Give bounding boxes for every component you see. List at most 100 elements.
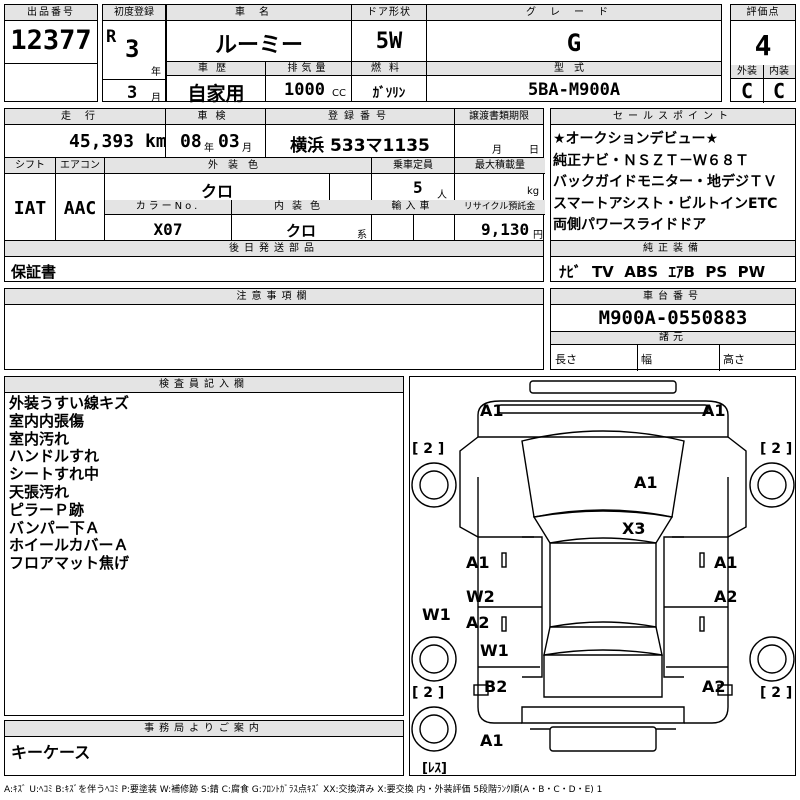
model-value: 5BA-M900A — [527, 80, 621, 100]
office-box: 事務局よりご案内 キーケース — [4, 720, 404, 776]
door-box: ドア形状 5W — [351, 4, 427, 62]
sales-point-item: スマートアシスト・ビルトインETC — [553, 195, 778, 212]
recycle-label: リサイクル預託金 — [463, 202, 536, 212]
grade-value: G — [566, 29, 582, 57]
fuel-label: 燃料 — [352, 62, 426, 76]
displacement-box: 排気量 1000 CC — [265, 61, 352, 102]
transfer-day-unit: 日 — [529, 145, 539, 156]
shift-label: シフト — [15, 160, 45, 171]
fuel-value: ｶﾞｿﾘﾝ — [372, 86, 406, 101]
int-color-value: クロ — [285, 222, 316, 240]
car-name-label: 車名 — [167, 5, 351, 21]
mark-roof: X3 — [622, 519, 646, 538]
dims-length-label: 長さ — [555, 353, 577, 366]
year-unit: 年 — [151, 67, 161, 78]
door-label: ドア形状 — [352, 5, 426, 21]
specs-box: シフト IAT エアコン AAC 外装色 クロ 乗車定員 5 人 最大積載量 k… — [4, 157, 545, 242]
legend-text: A:ｷｽﾞ U:ﾍｺﾐ B:ｷｽﾞを伴うﾍｺﾐ P:要塗装 W:補修跡 S:錆 … — [4, 785, 603, 795]
color-no-label: カラーNo. — [135, 201, 201, 212]
sales-point-item: 純正ナビ・ＮＳＺＴ－Ｗ６８Ｔ — [553, 152, 749, 169]
max-load-label: 最大積載量 — [475, 160, 525, 171]
ext-score-value: C — [740, 79, 754, 103]
mark-left-sill: W1 — [422, 605, 451, 624]
inspector-item: 外装うすい線キズ — [9, 394, 130, 412]
door-value: 5W — [375, 29, 403, 54]
tire-mark-rear-left: [ 2 ] — [412, 685, 445, 701]
recycle-value: 9,130 — [481, 220, 530, 239]
mark-rear-bumper: A1 — [480, 731, 504, 750]
inspector-item: 室内汚れ — [9, 429, 70, 448]
ac-value: AAC — [63, 198, 97, 219]
inspector-item: ピラーＰ跡 — [9, 500, 85, 519]
mark-left-rear-door-a: A2 — [466, 613, 490, 632]
shaken-label: 車検 — [166, 109, 265, 125]
dims-label: 諸元 — [659, 332, 687, 343]
tire-mark-front-left: [ 2 ] — [412, 441, 445, 457]
inspector-item: 天張汚れ — [9, 482, 70, 501]
capacity-label: 乗車定員 — [393, 160, 433, 171]
era-value: R — [106, 27, 117, 47]
sales-points-box: セールスポイント ★オークションデビュー★ 純正ナビ・ＮＳＺＴ－Ｗ６８Ｔ バック… — [550, 108, 796, 241]
inspector-item: ホイールカバーＡ — [9, 536, 129, 555]
sales-point-item: ★オークションデビュー★ — [553, 131, 719, 147]
plate-value: 横浜 533マ1135 — [290, 136, 430, 156]
office-value: キーケース — [11, 743, 91, 762]
import-label: 輸入車 — [391, 201, 434, 212]
mark-left-front-door: A1 — [466, 553, 490, 572]
car-outline — [411, 380, 795, 752]
tire-mark-spare: [ﾚｽ] — [422, 761, 447, 776]
equipment-label: 純正装備 — [551, 241, 795, 257]
displacement-value: 1000 — [284, 80, 325, 100]
first-reg-month: 3 — [127, 83, 138, 103]
history-label: 車歴 — [167, 62, 265, 76]
shaken-year: 08 — [180, 131, 202, 152]
mark-left-rear-quarter: W1 — [480, 641, 509, 660]
mileage-label: 走行 — [5, 109, 165, 125]
transfer-label: 譲渡書類期限 — [455, 109, 543, 125]
inspector-item: 室内内張傷 — [9, 411, 85, 430]
grade-label: グレード — [427, 5, 721, 21]
int-score-value: C — [772, 79, 786, 103]
dims-width-label: 幅 — [641, 353, 652, 366]
ac-label: エアコン — [60, 160, 100, 171]
mark-front-right: A1 — [702, 401, 726, 420]
later-parts-value: 保証書 — [11, 263, 57, 281]
capacity-unit: 人 — [437, 190, 447, 201]
displacement-label: 排気量 — [266, 62, 351, 76]
mark-left-rear-door-w: W2 — [466, 587, 495, 606]
score-box: 評価点 4 外装 内装 C C — [730, 4, 796, 103]
mark-front-left: A1 — [480, 401, 504, 420]
first-reg-year: 3 — [125, 35, 140, 63]
plate-box: 登録番号 横浜 533マ1135 — [265, 108, 455, 158]
equipment-value: ﾅﾋﾞ TV ABS ｴｱB PS PW — [559, 263, 766, 281]
grade-box: グレード G — [426, 4, 722, 62]
ext-color-label: 外装色 — [208, 160, 268, 171]
mileage-unit: km — [145, 131, 167, 152]
capacity-value: 5 — [413, 178, 423, 197]
mileage-value: 45,393 — [69, 131, 135, 152]
int-color-unit: 系 — [357, 230, 367, 241]
lot-number-box: 出品番号 12377 — [4, 4, 98, 102]
sales-points-label: セールスポイント — [551, 109, 795, 125]
mark-hood: A1 — [634, 473, 658, 492]
score-label: 評価点 — [731, 5, 795, 21]
fuel-box: 燃料 ｶﾞｿﾘﾝ — [351, 61, 427, 102]
score-value: 4 — [754, 29, 772, 62]
later-parts-label: 後日発送部品 — [5, 241, 543, 257]
car-name-value: ルーミー — [214, 33, 303, 58]
transfer-box: 譲渡書類期限 月 日 — [454, 108, 544, 158]
first-registration-box: 初度登録 R 3 年 3 月 — [102, 4, 166, 104]
tire-mark-front-right: [ 2 ] — [760, 441, 793, 457]
ext-score-label: 外装 — [737, 66, 757, 77]
model-label: 型式 — [427, 62, 721, 76]
mark-rear-right: A2 — [702, 677, 726, 696]
mark-right-rear-door: A2 — [714, 587, 738, 606]
notes-box: 注意事項欄 — [4, 288, 544, 370]
int-color-label: 内装色 — [274, 201, 328, 212]
inspector-label: 検査員記入欄 — [5, 377, 403, 393]
int-score-label: 内装 — [769, 66, 789, 77]
mark-right-front-door: A1 — [714, 553, 738, 572]
history-value: 自家用 — [187, 83, 245, 105]
shift-value: IAT — [13, 198, 47, 219]
sales-points-list: ★オークションデビュー★ 純正ナビ・ＮＳＺＴ－Ｗ６８Ｔ バックガイドモニター・地… — [553, 129, 777, 237]
